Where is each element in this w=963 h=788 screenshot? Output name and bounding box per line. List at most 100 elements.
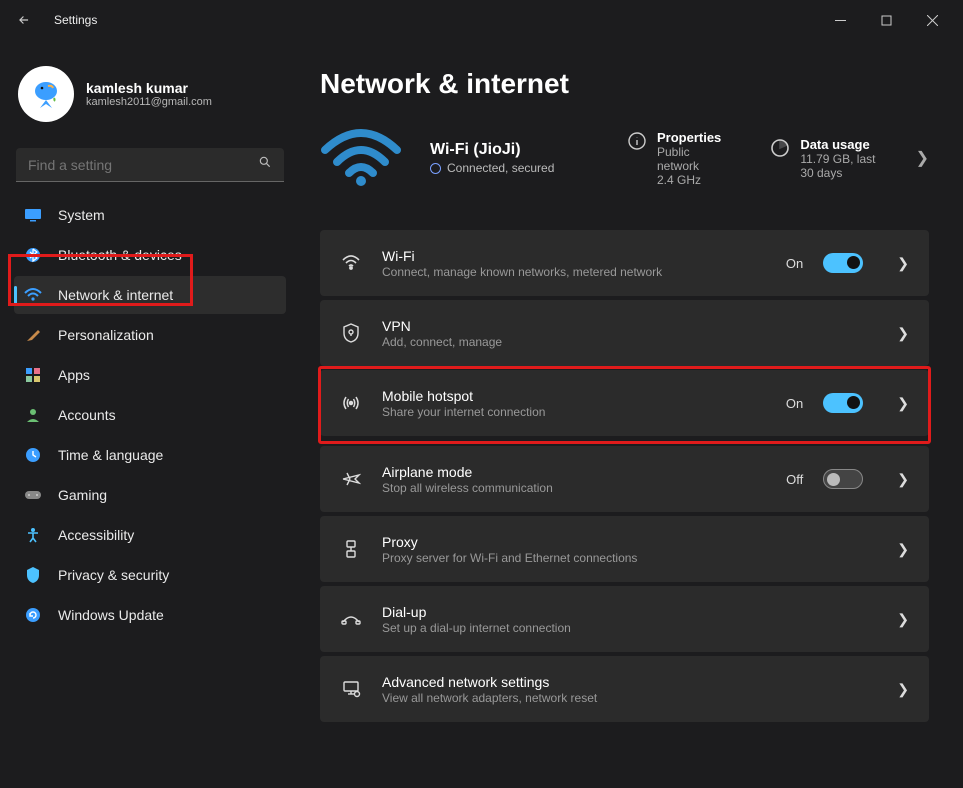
system-icon (24, 206, 42, 224)
window-controls (817, 4, 955, 36)
shield-icon (340, 322, 362, 344)
accessibility-icon (24, 526, 42, 544)
globe-icon (430, 163, 441, 174)
close-button[interactable] (909, 4, 955, 36)
card-airplane[interactable]: Airplane mode Stop all wireless communic… (320, 446, 929, 512)
card-sub: Proxy server for Wi-Fi and Ethernet conn… (382, 551, 637, 565)
dialup-icon (340, 608, 362, 630)
bluetooth-icon (24, 246, 42, 264)
update-icon (24, 606, 42, 624)
wifi-icon (340, 252, 362, 274)
card-sub: Stop all wireless communication (382, 481, 553, 495)
search-input[interactable] (28, 157, 258, 173)
search-input-wrapper[interactable] (16, 148, 284, 182)
proxy-icon (340, 538, 362, 560)
wifi-large-icon (320, 128, 402, 188)
user-name: kamlesh kumar (86, 80, 212, 96)
user-email: kamlesh2011@gmail.com (86, 96, 212, 108)
card-title: Proxy (382, 534, 637, 550)
wifi-toggle[interactable] (823, 253, 863, 273)
sidebar-item-label: Privacy & security (58, 567, 169, 583)
wifi-status: Connected, secured (430, 161, 590, 175)
sidebar-item-privacy[interactable]: Privacy & security (14, 556, 286, 594)
sidebar-item-accounts[interactable]: Accounts (14, 396, 286, 434)
sidebar-item-label: Bluetooth & devices (58, 247, 182, 263)
card-proxy[interactable]: Proxy Proxy server for Wi-Fi and Etherne… (320, 516, 929, 582)
info-icon (628, 130, 647, 152)
card-advanced-network[interactable]: Advanced network settings View all netwo… (320, 656, 929, 722)
card-mobile-hotspot[interactable]: Mobile hotspot Share your internet conne… (320, 370, 929, 436)
chevron-right-icon: ❯ (897, 395, 909, 412)
sidebar-item-label: Windows Update (58, 607, 164, 623)
card-sub: Set up a dial-up internet connection (382, 621, 571, 635)
card-sub: View all network adapters, network reset (382, 691, 597, 705)
network-status-row: Wi-Fi (JioJi) Connected, secured Propert… (320, 128, 929, 188)
toggle-label: On (786, 256, 803, 271)
chevron-right-icon: ❯ (897, 255, 909, 272)
wifi-icon (24, 286, 42, 304)
content: Network & internet Wi-Fi (JioJi) Connect… (300, 40, 963, 788)
chevron-right-icon: ❯ (897, 541, 909, 558)
sidebar-item-label: Accessibility (58, 527, 134, 543)
card-title: Wi-Fi (382, 248, 662, 264)
sidebar-item-apps[interactable]: Apps (14, 356, 286, 394)
data-usage-block[interactable]: Data usage 11.79 GB, last 30 days (770, 137, 881, 180)
sidebar-item-label: Apps (58, 367, 90, 383)
card-title: Airplane mode (382, 464, 553, 480)
toggle-label: On (786, 396, 803, 411)
sidebar-item-label: Network & internet (58, 287, 173, 303)
card-sub: Share your internet connection (382, 405, 545, 419)
card-title: Dial-up (382, 604, 571, 620)
titlebar: Settings (0, 0, 963, 40)
sidebar-item-bluetooth[interactable]: Bluetooth & devices (14, 236, 286, 274)
chevron-right-icon[interactable]: ❯ (916, 148, 929, 168)
gaming-icon (24, 486, 42, 504)
properties-line2: 2.4 GHz (657, 173, 724, 187)
properties-line1: Public network (657, 145, 724, 173)
chevron-right-icon: ❯ (897, 325, 909, 342)
properties-block[interactable]: Properties Public network 2.4 GHz (628, 130, 724, 187)
toggle-label: Off (786, 472, 803, 487)
chevron-right-icon: ❯ (897, 471, 909, 488)
airplane-icon (340, 468, 362, 490)
sidebar-item-network[interactable]: Network & internet (14, 276, 286, 314)
sidebar-item-personalization[interactable]: Personalization (14, 316, 286, 354)
maximize-button[interactable] (863, 4, 909, 36)
sidebar-item-label: Accounts (58, 407, 116, 423)
sidebar-item-label: Gaming (58, 487, 107, 503)
sidebar-item-gaming[interactable]: Gaming (14, 476, 286, 514)
sidebar: kamlesh kumar kamlesh2011@gmail.com Syst… (0, 40, 300, 788)
sidebar-item-accessibility[interactable]: Accessibility (14, 516, 286, 554)
hotspot-icon (340, 392, 362, 414)
back-button[interactable] (8, 4, 40, 36)
wifi-name: Wi-Fi (JioJi) (430, 141, 590, 159)
apps-icon (24, 366, 42, 384)
data-usage-icon (770, 137, 790, 159)
sidebar-item-label: System (58, 207, 105, 223)
card-vpn[interactable]: VPN Add, connect, manage ❯ (320, 300, 929, 366)
accounts-icon (24, 406, 42, 424)
brush-icon (24, 326, 42, 344)
settings-cards: Wi-Fi Connect, manage known networks, me… (320, 230, 929, 722)
page-title: Network & internet (320, 68, 929, 100)
search-icon (258, 155, 272, 174)
nav-list: System Bluetooth & devices Network & int… (8, 196, 292, 634)
card-title: Advanced network settings (382, 674, 597, 690)
minimize-button[interactable] (817, 4, 863, 36)
card-title: VPN (382, 318, 502, 334)
advanced-network-icon (340, 678, 362, 700)
airplane-toggle[interactable] (823, 469, 863, 489)
card-wifi[interactable]: Wi-Fi Connect, manage known networks, me… (320, 230, 929, 296)
card-title: Mobile hotspot (382, 388, 545, 404)
avatar (18, 66, 74, 122)
user-block[interactable]: kamlesh kumar kamlesh2011@gmail.com (8, 56, 292, 140)
shield-icon (24, 566, 42, 584)
card-dialup[interactable]: Dial-up Set up a dial-up internet connec… (320, 586, 929, 652)
card-sub: Add, connect, manage (382, 335, 502, 349)
sidebar-item-system[interactable]: System (14, 196, 286, 234)
chevron-right-icon: ❯ (897, 681, 909, 698)
sidebar-item-update[interactable]: Windows Update (14, 596, 286, 634)
window-title: Settings (54, 13, 97, 27)
sidebar-item-time[interactable]: Time & language (14, 436, 286, 474)
hotspot-toggle[interactable] (823, 393, 863, 413)
